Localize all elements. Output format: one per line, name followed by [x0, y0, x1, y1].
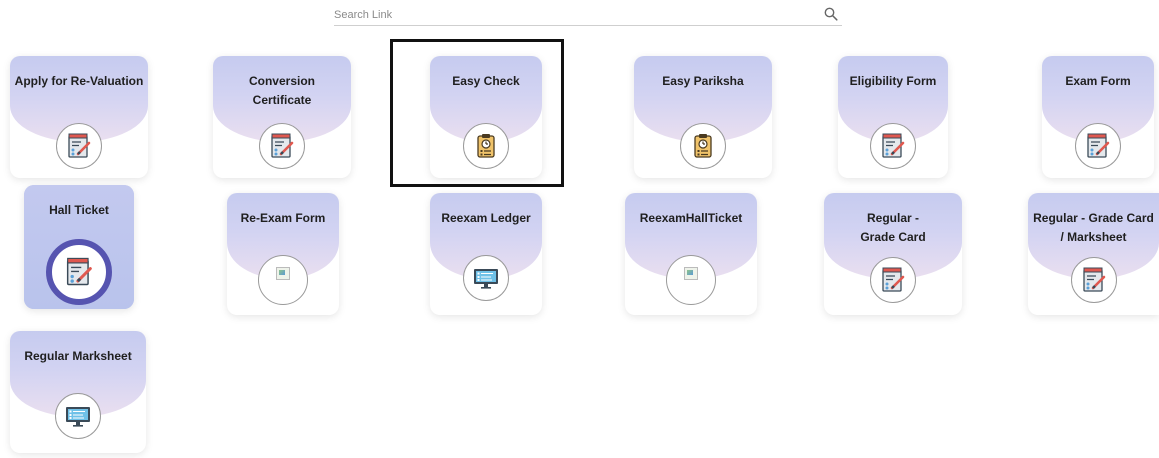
- card-label: Apply for Re-Valuation: [14, 74, 144, 88]
- card-label: Re-Exam Form: [240, 211, 326, 225]
- clipboard-clock-icon: [680, 123, 726, 169]
- form-edit-icon: [1070, 257, 1117, 303]
- monitor-list-icon: [55, 393, 101, 439]
- form-edit-icon: [259, 123, 305, 169]
- card-reexam-ledger[interactable]: Reexam Ledger: [430, 193, 542, 315]
- form-edit-icon: [870, 257, 916, 303]
- card-label: Reexam Ledger: [441, 211, 531, 225]
- card-regular-marksheet[interactable]: Regular Marksheet: [10, 331, 146, 453]
- monitor-list-icon: [463, 255, 509, 301]
- card-label: ReexamHallTicket: [639, 211, 743, 225]
- card-label: Eligibility Form: [849, 74, 937, 88]
- card-reexamhallticket[interactable]: ReexamHallTicket: [625, 193, 757, 315]
- card-re-exam-form[interactable]: Re-Exam Form: [227, 193, 339, 315]
- card-label: Hall Ticket: [49, 203, 109, 217]
- broken-image-icon: [666, 255, 716, 305]
- clipboard-clock-icon: [463, 123, 509, 169]
- form-edit-icon: [56, 123, 102, 169]
- card-eligibility-form[interactable]: Eligibility Form: [838, 56, 948, 178]
- card-label: Regular - Grade Card: [860, 211, 926, 244]
- search-bar: [334, 4, 842, 26]
- card-easy-pariksha[interactable]: Easy Pariksha: [634, 56, 772, 178]
- broken-image-icon: [258, 255, 308, 305]
- search-input[interactable]: [334, 6, 804, 24]
- card-exam-form[interactable]: Exam Form: [1042, 56, 1154, 178]
- search-icon[interactable]: [824, 7, 838, 21]
- broken-image-placeholder: [684, 266, 698, 280]
- card-label: Easy Pariksha: [662, 74, 744, 88]
- card-label: Exam Form: [1065, 74, 1131, 88]
- card-label: Regular Marksheet: [24, 349, 132, 363]
- card-label: Easy Check: [452, 74, 520, 88]
- form-edit-icon: [1075, 123, 1121, 169]
- card-label: Conversion Certificate: [248, 74, 315, 107]
- card-easy-check[interactable]: Easy Check: [430, 56, 542, 178]
- card-apply-for-re-valuation[interactable]: Apply for Re-Valuation: [10, 56, 148, 178]
- card-regular-grade-card[interactable]: Regular - Grade Card: [824, 193, 962, 315]
- card-regular-grade-card-marksheet[interactable]: Regular - Grade Card / Marksheet: [1028, 193, 1159, 315]
- card-hall-ticket[interactable]: Hall Ticket: [24, 185, 134, 309]
- broken-image-placeholder: [276, 266, 290, 280]
- card-conversion-certificate[interactable]: Conversion Certificate: [213, 56, 351, 178]
- card-label: Regular - Grade Card / Marksheet: [1033, 211, 1154, 244]
- form-edit-icon: [870, 123, 916, 169]
- form-edit-icon: [46, 239, 112, 305]
